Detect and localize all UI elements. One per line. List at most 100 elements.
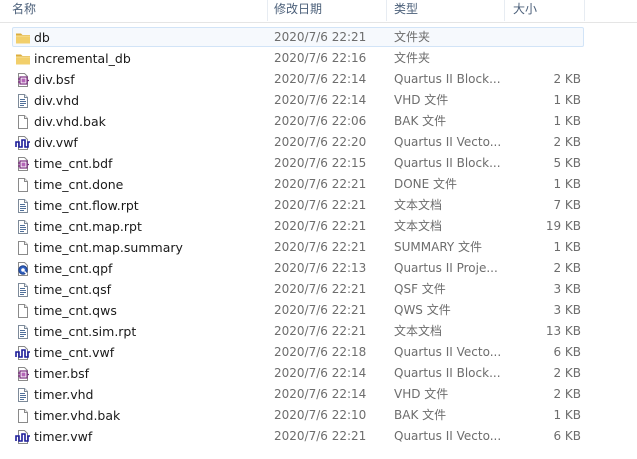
file-name: div.bsf: [34, 72, 75, 87]
file-size: 6 KB: [553, 345, 581, 359]
file-row[interactable]: div.vwf 2020/7/6 22:20 Quartus II Vecto...…: [12, 132, 584, 152]
quartus-block-icon: [15, 366, 31, 382]
file-row[interactable]: time_cnt.flow.rpt 2020/7/6 22:21 文本文档 7 KB: [12, 195, 584, 215]
file-size: 6 KB: [553, 429, 581, 443]
file-type: Quartus II Block...: [394, 72, 501, 86]
file-type: 文本文档: [394, 324, 443, 338]
file-row[interactable]: timer.vhd.bak 2020/7/6 22:10 BAK 文件 1 KB: [12, 405, 584, 425]
file-row[interactable]: time_cnt.done 2020/7/6 22:21 DONE 文件 1 KB: [12, 174, 584, 194]
text-file-icon: [15, 282, 31, 298]
folder-icon: [15, 30, 31, 46]
file-modified-date: 2020/7/6 22:10: [274, 408, 367, 422]
text-file-icon: [15, 219, 31, 235]
file-size: 13 KB: [545, 324, 581, 338]
file-row[interactable]: div.bsf 2020/7/6 22:14 Quartus II Block...…: [12, 69, 584, 89]
file-row[interactable]: time_cnt.qsf 2020/7/6 22:21 QSF 文件 3 KB: [12, 279, 584, 299]
file-type: Quartus II Block...: [394, 366, 501, 380]
file-type: Quartus II Block...: [394, 156, 501, 170]
text-file-icon: [15, 198, 31, 214]
file-name: time_cnt.map.summary: [34, 240, 183, 255]
file-type: QWS 文件: [394, 303, 451, 317]
file-row[interactable]: time_cnt.map.summary 2020/7/6 22:21 SUMMAR…: [12, 237, 584, 257]
file-modified-date: 2020/7/6 22:13: [274, 261, 367, 275]
file-size: 1 KB: [553, 93, 581, 107]
file-row[interactable]: timer.bsf 2020/7/6 22:14 Quartus II Block.…: [12, 363, 584, 383]
quartus-block-icon: [15, 72, 31, 88]
file-type: BAK 文件: [394, 408, 447, 422]
column-header-date[interactable]: 修改日期: [268, 0, 387, 21]
file-row[interactable]: db 2020/7/6 22:21 文件夹: [12, 27, 584, 47]
column-header-type[interactable]: 类型: [387, 0, 505, 21]
blank-file-icon: [15, 177, 31, 193]
file-type: SUMMARY 文件: [394, 240, 483, 254]
file-modified-date: 2020/7/6 22:20: [274, 135, 367, 149]
blank-file-icon: [15, 240, 31, 256]
file-row[interactable]: time_cnt.sim.rpt 2020/7/6 22:21 文本文档 13 KB: [12, 321, 584, 341]
file-name: db: [34, 30, 50, 45]
file-row[interactable]: time_cnt.qws 2020/7/6 22:21 QWS 文件 3 KB: [12, 300, 584, 320]
file-modified-date: 2020/7/6 22:21: [274, 198, 367, 212]
file-name: time_cnt.vwf: [34, 345, 115, 360]
quartus-block-icon: [15, 156, 31, 172]
file-name: time_cnt.sim.rpt: [34, 324, 137, 339]
file-row[interactable]: time_cnt.map.rpt 2020/7/6 22:21 文本文档 19 KB: [12, 216, 584, 236]
file-type: 文件夹: [394, 30, 431, 44]
file-modified-date: 2020/7/6 22:21: [274, 429, 367, 443]
file-row[interactable]: div.vhd.bak 2020/7/6 22:06 BAK 文件 1 KB: [12, 111, 584, 131]
blank-file-icon: [15, 114, 31, 130]
file-size: 2 KB: [553, 387, 581, 401]
text-file-icon: [15, 387, 31, 403]
file-row[interactable]: timer.vwf 2020/7/6 22:21 Quartus II Vecto.…: [12, 426, 584, 446]
file-size: 7 KB: [553, 198, 581, 212]
file-row[interactable]: time_cnt.bdf 2020/7/6 22:15 Quartus II Blo…: [12, 153, 584, 173]
file-name: time_cnt.bdf: [34, 156, 113, 171]
file-name: time_cnt.qpf: [34, 261, 113, 276]
file-type: Quartus II Vecto...: [394, 135, 502, 149]
file-type: 文件夹: [394, 51, 431, 65]
waveform-icon: [15, 429, 31, 445]
folder-icon: [15, 51, 31, 67]
file-modified-date: 2020/7/6 22:21: [274, 219, 367, 233]
file-modified-date: 2020/7/6 22:06: [274, 114, 367, 128]
file-size: 1 KB: [553, 240, 581, 254]
file-type: VHD 文件: [394, 93, 449, 107]
file-name: incremental_db: [34, 51, 131, 66]
column-header-size[interactable]: 大小: [505, 0, 585, 21]
file-modified-date: 2020/7/6 22:15: [274, 156, 367, 170]
file-type: Quartus II Vecto...: [394, 429, 502, 443]
file-name: time_cnt.qsf: [34, 282, 112, 297]
file-modified-date: 2020/7/6 22:21: [274, 282, 367, 296]
file-row[interactable]: timer.vhd 2020/7/6 22:14 VHD 文件 2 KB: [12, 384, 584, 404]
file-type: QSF 文件: [394, 282, 446, 296]
file-size: 1 KB: [553, 408, 581, 422]
file-name: timer.vhd: [34, 387, 94, 402]
file-row[interactable]: time_cnt.qpf 2020/7/6 22:13 Quartus II Pro…: [12, 258, 584, 278]
column-header-name[interactable]: 名称: [0, 0, 268, 21]
file-type: BAK 文件: [394, 114, 447, 128]
file-modified-date: 2020/7/6 22:21: [274, 177, 367, 191]
file-size: 2 KB: [553, 72, 581, 86]
file-row[interactable]: time_cnt.vwf 2020/7/6 22:18 Quartus II Vec…: [12, 342, 584, 362]
file-type: 文本文档: [394, 219, 443, 233]
file-modified-date: 2020/7/6 22:21: [274, 240, 367, 254]
file-modified-date: 2020/7/6 22:16: [274, 51, 367, 65]
file-type: DONE 文件: [394, 177, 458, 191]
file-name: time_cnt.flow.rpt: [34, 198, 139, 213]
file-name: timer.vwf: [34, 429, 93, 444]
file-modified-date: 2020/7/6 22:14: [274, 93, 367, 107]
file-size: 2 KB: [553, 135, 581, 149]
file-type: 文本文档: [394, 198, 443, 212]
file-size: 3 KB: [553, 303, 581, 317]
file-modified-date: 2020/7/6 22:14: [274, 366, 367, 380]
file-size: 19 KB: [545, 219, 581, 233]
file-name: timer.bsf: [34, 366, 90, 381]
file-name: div.vwf: [34, 135, 78, 150]
file-size: 1 KB: [553, 114, 581, 128]
file-size: 2 KB: [553, 261, 581, 275]
file-row[interactable]: incremental_db 2020/7/6 22:16 文件夹: [12, 48, 584, 68]
file-modified-date: 2020/7/6 22:21: [274, 324, 367, 338]
file-name: time_cnt.map.rpt: [34, 219, 142, 234]
file-row[interactable]: div.vhd 2020/7/6 22:14 VHD 文件 1 KB: [12, 90, 584, 110]
file-type: Quartus II Proje...: [394, 261, 498, 275]
file-explorer: 名称 修改日期 类型 大小 db 2020/7/6 22:21 文件夹 increme…: [0, 0, 637, 459]
